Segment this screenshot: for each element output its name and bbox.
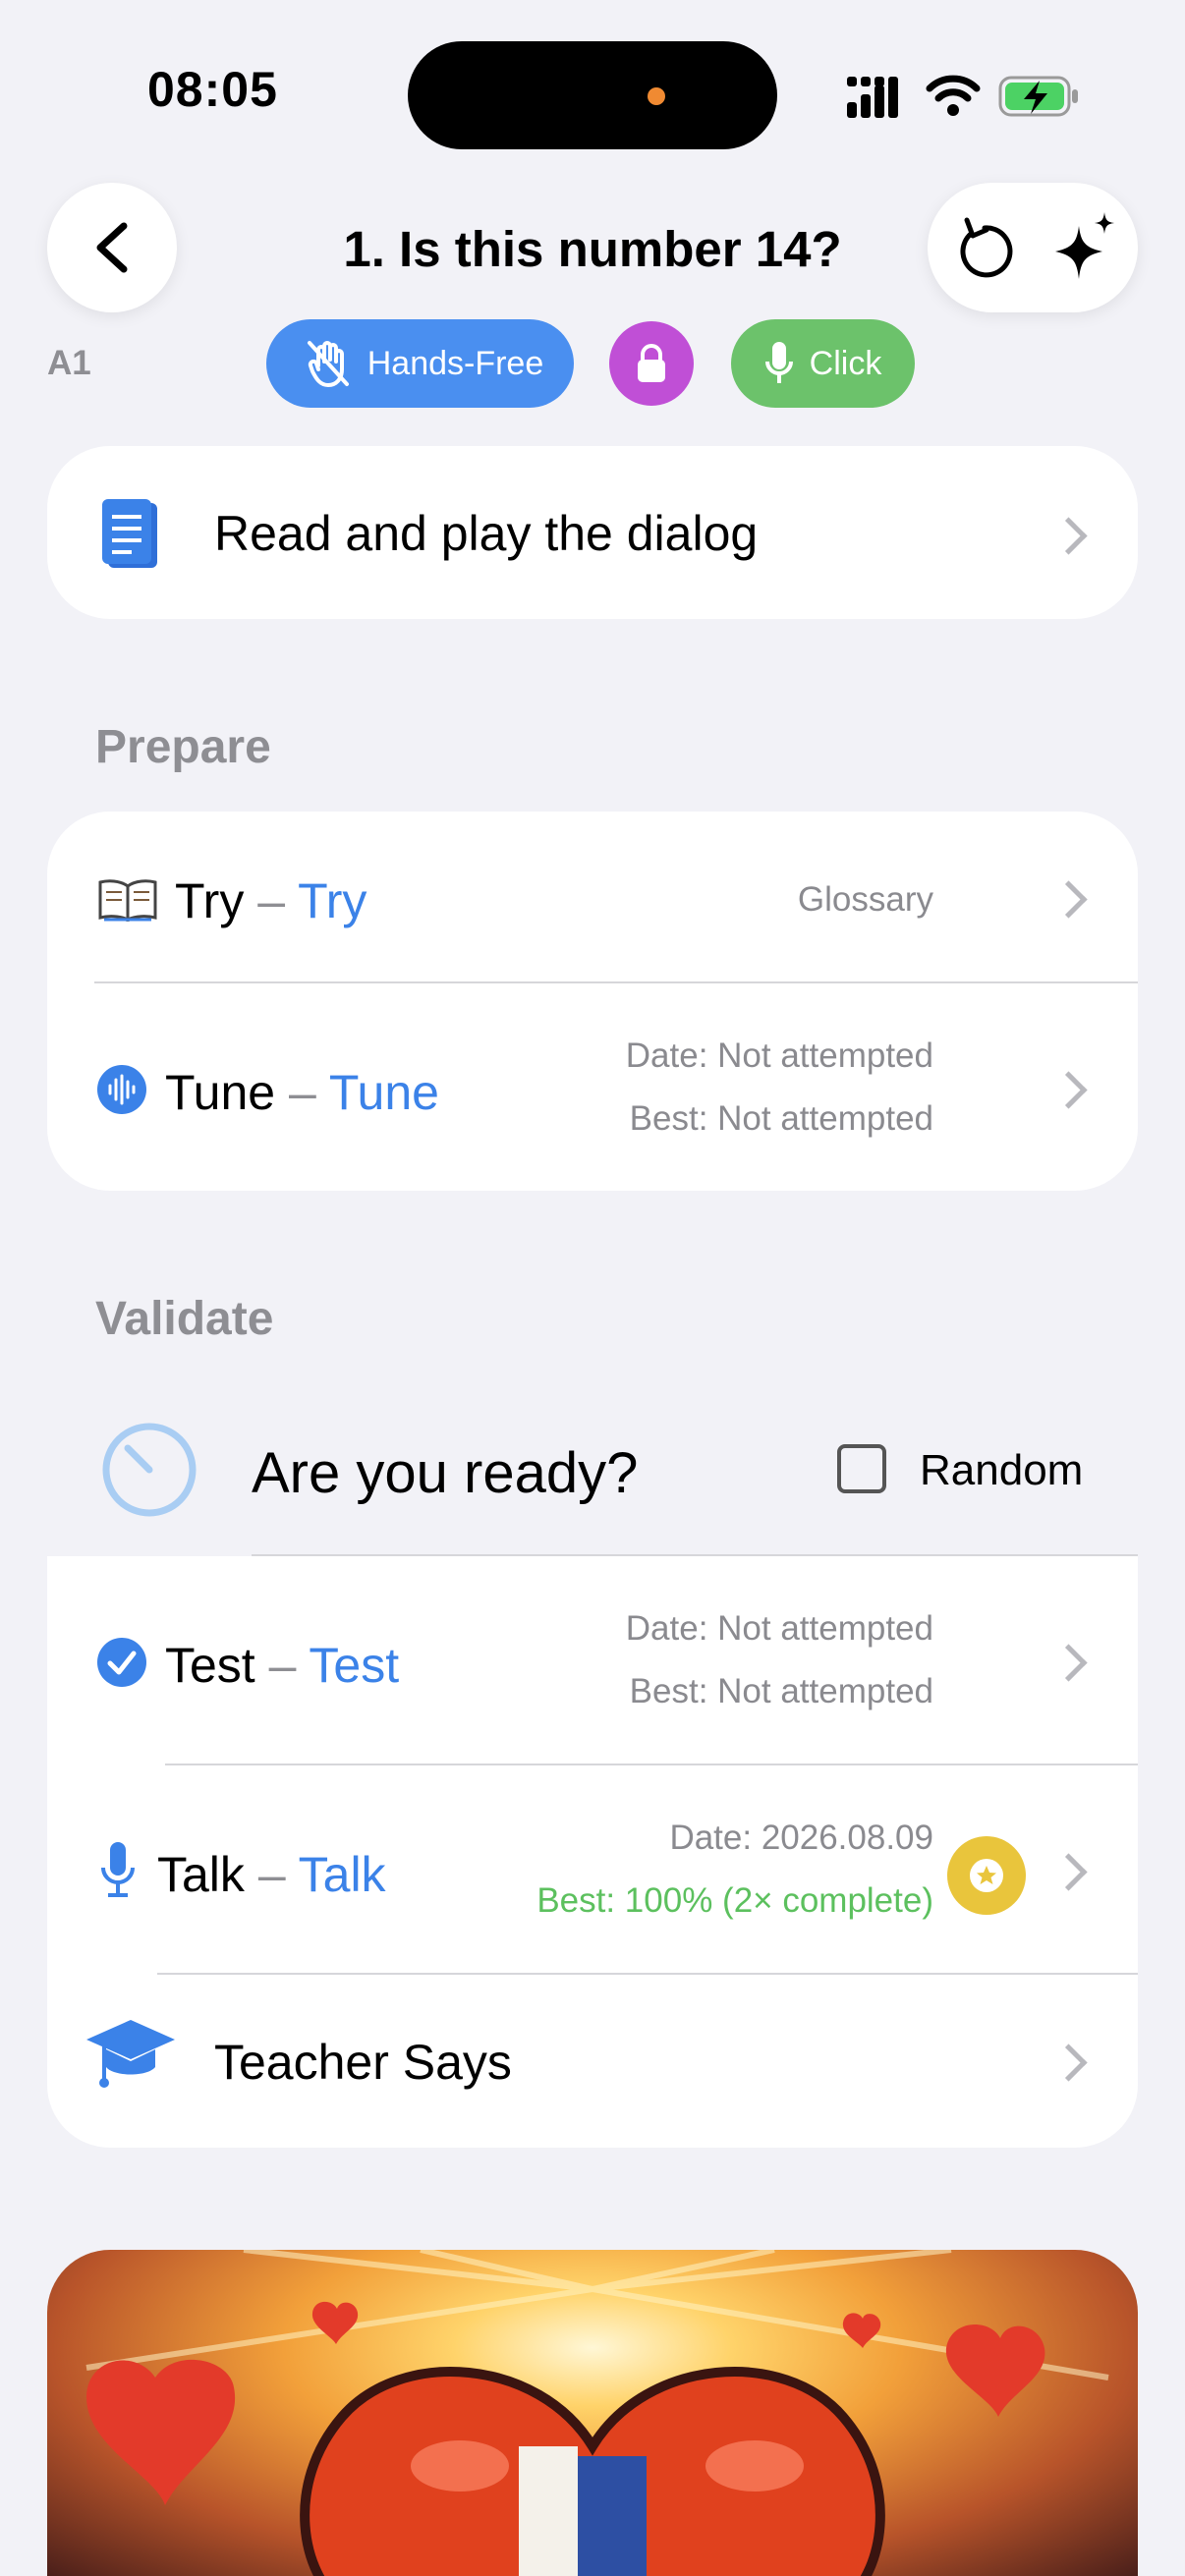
read-dialog-label: Read and play the dialog: [214, 506, 759, 561]
chevron-right-icon: [1049, 1644, 1088, 1682]
mic-icon: [101, 1842, 135, 1897]
hand-off-icon: [307, 341, 349, 387]
ready-label: Are you ready?: [252, 1441, 639, 1505]
test-best: Best: Not attempted: [629, 1672, 933, 1710]
battery-charging-icon: [998, 76, 1078, 117]
lock-icon: [638, 344, 665, 382]
talk-date: Date: 2026.08.09: [669, 1819, 933, 1857]
cellular-signal-icon: [847, 77, 898, 118]
camera-indicator-dot: [648, 87, 665, 105]
test-alt-label: Test: [309, 1638, 400, 1693]
validate-heading: Validate: [95, 1293, 274, 1345]
talk-separator: –: [257, 1847, 286, 1902]
try-separator: –: [257, 873, 286, 928]
checkmark-icon: [97, 1638, 146, 1687]
mic-icon: [764, 342, 793, 383]
waveform-icon: [97, 1065, 146, 1114]
try-row[interactable]: Try – Try Glossary: [47, 812, 1138, 982]
lock-button[interactable]: [609, 321, 694, 406]
document-icon: [102, 499, 157, 568]
test-date: Date: Not attempted: [625, 1609, 933, 1648]
back-icon: [96, 222, 128, 273]
random-checkbox[interactable]: [837, 1444, 886, 1493]
tune-row[interactable]: Tune – Tune Date: Not attempted Best: No…: [47, 983, 1138, 1191]
back-button[interactable]: [47, 183, 177, 312]
chevron-right-icon: [1049, 2044, 1088, 2082]
talk-row[interactable]: Talk – Talk Date: 2026.08.09 Best: 100% …: [47, 1765, 1138, 1973]
timer-icon: [102, 1423, 197, 1517]
prepare-card: Try – Try Glossary Tune – Tune Date: Not…: [47, 812, 1138, 1191]
test-row[interactable]: Test – Test Date: Not attempted Best: No…: [47, 1556, 1138, 1764]
try-label: Try: [175, 873, 245, 928]
action-buttons-group: [928, 183, 1138, 312]
dynamic-island: [408, 41, 777, 149]
chevron-right-icon: [1049, 880, 1088, 919]
test-label: Test: [165, 1638, 255, 1693]
graduation-cap-icon: [86, 2020, 175, 2088]
talk-label: Talk: [157, 1847, 245, 1902]
sparkles-icon[interactable]: [1049, 210, 1118, 283]
tune-best: Best: Not attempted: [629, 1099, 933, 1138]
refresh-icon[interactable]: [951, 216, 1016, 281]
click-label: Click: [809, 344, 882, 382]
chevron-right-icon: [1049, 517, 1088, 555]
try-alt-label: Try: [298, 873, 367, 928]
book-icon: [98, 879, 157, 922]
heart-illustration: [85, 2250, 1109, 2576]
star-badge-icon: [947, 1836, 1026, 1915]
tune-label: Tune: [165, 1065, 276, 1120]
chevron-right-icon: [1049, 1071, 1088, 1109]
talk-best: Best: 100% (2× complete): [536, 1881, 933, 1920]
tune-separator: –: [289, 1065, 316, 1120]
test-separator: –: [268, 1638, 297, 1693]
chevron-right-icon: [1049, 1853, 1088, 1891]
teacher-says-row[interactable]: Teacher Says: [47, 1975, 1138, 2148]
page-title: 1. Is this number 14?: [343, 221, 842, 277]
read-dialog-card[interactable]: Read and play the dialog: [47, 446, 1138, 619]
hands-free-label: Hands-Free: [367, 344, 544, 382]
prepare-heading: Prepare: [95, 721, 271, 773]
level-badge: A1: [47, 344, 91, 382]
validate-card: Test – Test Date: Not attempted Best: No…: [47, 1556, 1138, 2148]
hands-free-mode-button[interactable]: Hands-Free: [266, 319, 574, 408]
glossary-label: Glossary: [797, 880, 933, 919]
teacher-says-label: Teacher Says: [214, 2035, 512, 2090]
tune-alt-label: Tune: [328, 1065, 439, 1120]
heart-flag-banner-image[interactable]: [47, 2250, 1138, 2576]
click-mode-button[interactable]: Click: [731, 319, 915, 408]
random-label: Random: [920, 1446, 1084, 1494]
status-time: 08:05: [147, 62, 278, 117]
tune-date: Date: Not attempted: [625, 1036, 933, 1075]
talk-alt-label: Talk: [298, 1847, 386, 1902]
wifi-icon: [926, 75, 981, 116]
